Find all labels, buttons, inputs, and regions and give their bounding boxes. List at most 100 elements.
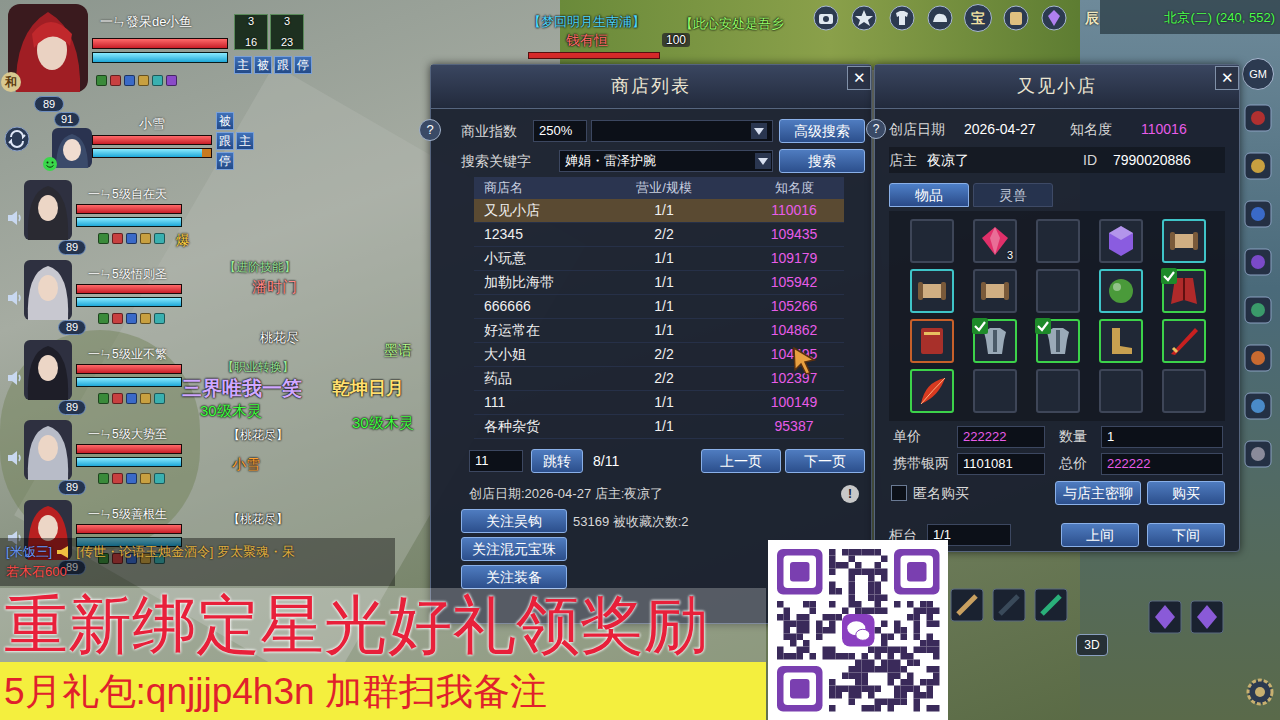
item-slot[interactable] [973,319,1017,363]
next-counter-button[interactable]: 下间 [1147,523,1225,547]
star-icon[interactable] [850,4,878,32]
table-row[interactable]: 123452/2109435 [474,223,844,247]
close-button[interactable]: ✕ [847,66,871,90]
shortcut-icon[interactable] [1244,248,1272,276]
item-slot[interactable] [1099,219,1143,263]
crystal-icon[interactable] [1040,4,1068,32]
column-header[interactable]: 商店名 [474,178,584,198]
follow-button[interactable]: 关注装备 [461,565,567,589]
item-slot[interactable] [1036,269,1080,313]
quick-item-icon[interactable] [1034,588,1068,622]
table-row[interactable]: 好运常在1/1104862 [474,319,844,343]
party-command-button[interactable]: 被 [254,56,272,74]
pet-command-button[interactable]: 跟 [216,132,234,150]
help-button[interactable]: ? [866,119,886,139]
quick-item-icon[interactable] [1190,600,1224,634]
chat-segment[interactable]: 若木石600 [6,563,67,581]
index-field[interactable]: 250% [533,120,587,142]
item-slot[interactable] [1036,319,1080,363]
party-member[interactable]: 89一ㄣ5级悟则圣 [0,258,182,338]
quick-item-icon[interactable] [1148,600,1182,634]
table-row[interactable]: 药品2/2102397 [474,367,844,391]
column-header[interactable]: 知名度 [744,178,844,198]
item-slot[interactable] [973,269,1017,313]
party-command-button[interactable]: 跟 [274,56,292,74]
pet-command-button[interactable]: 停 [216,152,234,170]
camera-icon[interactable] [812,4,840,32]
advanced-search-button[interactable]: 高级搜索 [779,119,865,143]
item-slot[interactable] [910,319,954,363]
quick-item-icon[interactable] [950,588,984,622]
party-command-button[interactable]: 主 [234,56,252,74]
item-slot[interactable] [973,369,1017,413]
shortcut-icon[interactable] [1244,392,1272,420]
shortcut-icon[interactable] [1244,296,1272,324]
shortcut-icon[interactable] [1244,152,1272,180]
item-slot[interactable] [910,269,954,313]
table-row[interactable]: 各种杂货1/195387 [474,415,844,439]
settings-gear-icon[interactable] [1246,678,1274,706]
strength-icon[interactable] [926,4,954,32]
pagination: 11跳转8/11上一页下一页 [461,449,865,473]
item-slot[interactable] [1162,219,1206,263]
value-field[interactable]: 1 [1101,426,1223,448]
prev-counter-button[interactable]: 上间 [1061,523,1139,547]
treasure-button[interactable]: 宝 [964,4,992,32]
field-label: 知名度 [1056,119,1141,140]
help-button[interactable]: ? [419,119,441,141]
table-row[interactable]: 1111/1100149 [474,391,844,415]
party-pet[interactable]: 91小雪被跟主停 [0,110,260,178]
item-slot[interactable] [1099,319,1143,363]
item-slot[interactable] [1162,369,1206,413]
view-mode-button[interactable]: 3D [1076,634,1108,656]
prev-page-button[interactable]: 上一页 [701,449,781,473]
quick-item-icon[interactable] [992,588,1026,622]
pet-command-button[interactable]: 主 [236,132,254,150]
follow-button[interactable]: 关注混元宝珠 [461,537,567,561]
anonymous-checkbox[interactable] [891,485,907,501]
table-row[interactable]: 6666661/1105266 [474,295,844,319]
item-slot[interactable] [1162,319,1206,363]
chat-segment[interactable]: [米饭三] [6,543,52,561]
item-slot[interactable] [1099,369,1143,413]
item-slot[interactable] [1036,369,1080,413]
item-slot[interactable]: 3 [973,219,1017,263]
party-command-button[interactable]: 停 [294,56,312,74]
item-slot[interactable] [910,369,954,413]
category-dropdown[interactable] [591,120,773,142]
buy-button[interactable]: 购买 [1147,481,1225,505]
table-row[interactable]: 又见小店1/1110016 [474,199,844,223]
value-field[interactable]: 222222 [1101,453,1223,475]
notice-icon[interactable]: ! [841,485,859,503]
party-leader[interactable]: 和89一ㄣ發呆de小鱼316323主被跟停 [0,0,330,112]
item-slot[interactable] [1099,269,1143,313]
party-member[interactable]: 89一ㄣ5级业不繁 [0,338,182,418]
follow-button[interactable]: 关注吴钩 [461,509,567,533]
shortcut-icon[interactable] [1244,440,1272,468]
gm-button[interactable]: GM [1242,58,1274,90]
keyword-field[interactable]: 婵娟・雷泽护腕 [559,150,773,172]
shop-tab[interactable]: 灵兽 [973,183,1053,207]
search-button[interactable]: 搜索 [779,149,865,173]
shortcut-icon[interactable] [1244,104,1272,132]
shop-tab[interactable]: 物品 [889,183,969,207]
close-button[interactable]: ✕ [1215,66,1239,90]
next-page-button[interactable]: 下一页 [785,449,865,473]
item-slot[interactable] [1162,269,1206,313]
table-row[interactable]: 小玩意1/1109179 [474,247,844,271]
page-input[interactable]: 11 [469,450,523,472]
outfit-icon[interactable] [888,4,916,32]
column-header[interactable]: 营业/规模 [584,178,744,198]
quest-icon[interactable] [1002,4,1030,32]
item-slot[interactable] [910,219,954,263]
party-member[interactable]: 89一ㄣ5级大势至 [0,418,182,498]
item-slot[interactable] [1036,219,1080,263]
shortcut-icon[interactable] [1244,200,1272,228]
chat-owner-button[interactable]: 与店主密聊 [1055,481,1141,505]
table-row[interactable]: 加勒比海带1/1105942 [474,271,844,295]
party-member[interactable]: 89一ㄣ5级自在天 [0,178,182,258]
table-row[interactable]: 大小姐2/2104495 [474,343,844,367]
jump-button[interactable]: 跳转 [531,449,583,473]
shortcut-icon[interactable] [1244,344,1272,372]
pet-command-button[interactable]: 被 [216,112,234,130]
